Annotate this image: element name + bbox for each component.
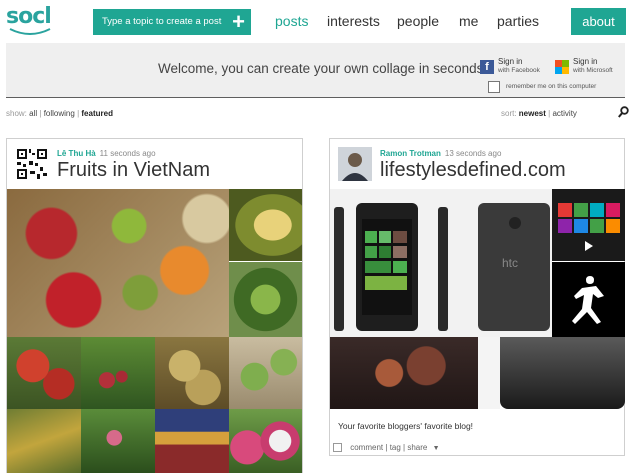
signin-microsoft-button[interactable]: Sign in with Microsoft [555,57,621,79]
plus-icon: + [232,9,245,34]
avatar[interactable] [338,147,372,181]
post-actions: comment | tag | share ▼ [333,443,440,453]
photo-dark-texture[interactable] [330,337,478,409]
sort-activity[interactable]: activity [552,109,576,118]
remember-me-checkbox[interactable] [488,81,500,93]
photo-windows-tiles[interactable] [552,189,625,261]
photo-rambutan[interactable] [7,337,81,409]
photo-windows-phone[interactable] [500,337,625,409]
photo-bananas[interactable] [7,409,81,473]
show-label: show: [6,109,27,118]
search-icon[interactable] [618,106,629,118]
nav-interests[interactable]: interests [327,13,380,29]
nav-parties[interactable]: parties [497,13,539,29]
signin-microsoft-label: Sign in with Microsoft [573,57,613,75]
htc-phones-graphic: htc [334,203,550,331]
tag-link[interactable]: tag [390,443,401,452]
post-author-name[interactable]: Lê Thu Hà [57,149,96,158]
show-filter: show: all | following | featured [6,109,113,118]
photo-longan[interactable] [155,337,229,409]
create-post-label: Type a topic to create a post [102,16,222,27]
show-featured[interactable]: featured [81,109,113,118]
welcome-text: Welcome, you can create your own collage… [158,61,484,76]
photo-jordan-logo[interactable] [552,262,625,337]
photo-star-apple[interactable] [229,337,302,409]
signin-facebook-button[interactable]: f Sign in with Facebook [480,57,552,79]
nav-posts[interactable]: posts [275,13,308,29]
post-caption: Your favorite bloggers' favorite blog! [338,421,474,431]
post-header: Lê Thu Hà 11 seconds ago Fruits in VietNa… [7,139,302,191]
photo-market[interactable] [155,409,229,473]
socl-logo[interactable]: socl [6,2,56,40]
post-time: 11 seconds ago [99,149,156,158]
windows-tiles-graphic [558,203,620,251]
show-all[interactable]: all [29,109,37,118]
chevron-down-icon[interactable]: ▼ [433,445,440,452]
remember-me-label: remember me on this computer [506,83,597,90]
signin-facebook-line1: Sign in [498,57,523,66]
svg-text:htc: htc [502,256,518,270]
sort-newest[interactable]: newest [519,109,546,118]
signin-facebook-line2: with Facebook [498,67,540,74]
qr-code-icon [15,147,49,181]
post-title[interactable]: Fruits in VietNam [57,159,210,182]
comment-link[interactable]: comment [350,443,383,452]
post-author-name[interactable]: Ramon Trotman [380,149,441,158]
nav-people[interactable]: people [397,13,439,29]
nav-me[interactable]: me [459,13,478,29]
photo-fruit-bowls[interactable] [7,189,229,337]
post-header: Ramon Trotman 13 seconds ago lifestylesde… [330,139,624,191]
facebook-icon: f [480,60,494,74]
photo-htc-phones[interactable]: htc [330,189,552,337]
post-author[interactable]: Ramon Trotman 13 seconds ago [380,149,501,158]
sort-label: sort: [501,109,517,118]
photo-tree-fruit[interactable] [81,337,155,409]
post-title[interactable]: lifestylesdefined.com [380,159,566,182]
jumpman-icon [572,276,604,324]
logo-swoosh-icon [9,28,51,35]
logo-text: socl [6,4,52,29]
about-button[interactable]: about [571,8,626,35]
post-time: 13 seconds ago [444,149,502,158]
signin-microsoft-line2: with Microsoft [573,67,613,74]
post-author[interactable]: Lê Thu Hà 11 seconds ago [57,149,156,158]
header: socl Type a topic to create a post + pos… [0,0,631,43]
share-link[interactable]: share [407,443,427,452]
microsoft-icon [555,60,569,74]
signin-microsoft-line1: Sign in [573,57,598,66]
show-following[interactable]: following [44,109,75,118]
welcome-bar: Welcome, you can create your own collage… [6,43,625,98]
photo-green-fruit[interactable] [229,262,302,337]
photo-phone-white[interactable] [478,337,500,409]
create-post-button[interactable]: Type a topic to create a post + [93,9,251,35]
photo-durian[interactable] [229,189,302,261]
photo-dragon-fruit[interactable] [229,409,302,473]
post-card[interactable]: Ramon Trotman 13 seconds ago lifestylesde… [329,138,625,456]
filter-bar: show: all | following | featured sort: n… [6,106,629,120]
signin-facebook-label: Sign in with Facebook [498,57,540,75]
photo-leaves[interactable] [81,409,155,473]
post-card[interactable]: Lê Thu Hà 11 seconds ago Fruits in VietNa… [6,138,303,473]
sort-filter: sort: newest | activity [501,109,577,118]
comment-icon [333,443,342,453]
